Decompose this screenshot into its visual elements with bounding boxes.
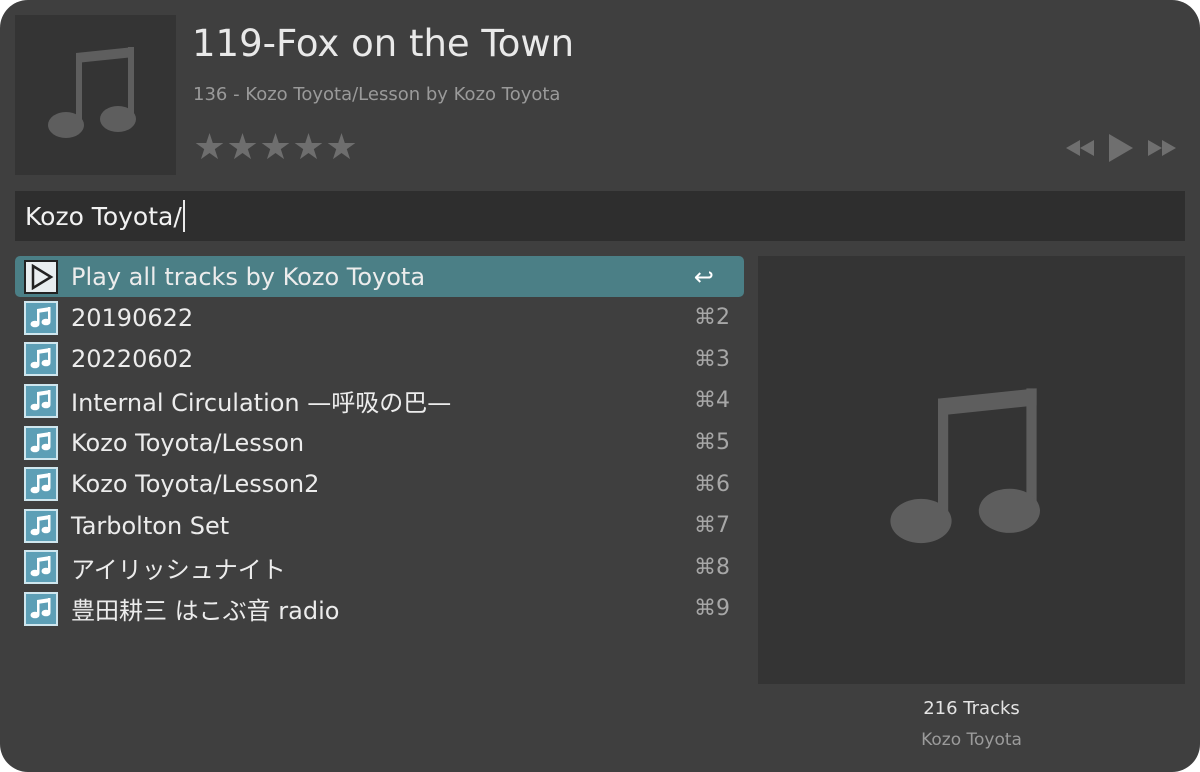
- result-label: Internal Circulation —呼吸の巴—: [71, 389, 452, 418]
- shortcut-hint: ⌘8: [694, 554, 730, 580]
- result-label: 豊田耕三 はこぶ音 radio: [71, 597, 340, 626]
- shortcut-hint: ⌘5: [694, 430, 730, 456]
- shortcut-hint: ⌘9: [694, 596, 730, 622]
- music-note-icon: [24, 300, 58, 335]
- star-icon[interactable]: ★: [325, 128, 358, 168]
- shortcut-hint: ⌘4: [694, 388, 730, 414]
- fast-forward-icon[interactable]: [1146, 137, 1178, 159]
- play-icon[interactable]: [1108, 133, 1134, 163]
- track-title: 119-Fox on the Town: [192, 22, 575, 65]
- star-icon[interactable]: ★: [193, 128, 226, 168]
- result-label: アイリッシュナイト: [71, 555, 286, 584]
- playback-controls: [1064, 133, 1178, 163]
- shortcut-hint: ⌘7: [694, 513, 730, 539]
- music-note-icon: [889, 388, 1040, 544]
- result-row[interactable]: アイリッシュナイト ⌘8: [15, 547, 744, 589]
- music-note-icon: [24, 425, 58, 460]
- track-subtitle: 136 - Kozo Toyota/Lesson by Kozo Toyota: [193, 84, 561, 105]
- result-row[interactable]: Tarbolton Set ⌘7: [15, 505, 744, 547]
- results-list: Play all tracks by Kozo Toyota ↩ 2019062…: [15, 256, 744, 630]
- shortcut-hint: ⌘2: [694, 305, 730, 331]
- text-caret: [182, 200, 185, 232]
- music-note-icon: [24, 342, 58, 377]
- result-row[interactable]: 豊田耕三 はこぶ音 radio ⌘9: [15, 588, 744, 630]
- result-row-play-all[interactable]: Play all tracks by Kozo Toyota ↩: [15, 256, 744, 297]
- search-query: Kozo Toyota/: [25, 201, 182, 231]
- preview-artwork: [758, 256, 1185, 684]
- preview-track-count: 216 Tracks: [923, 698, 1020, 719]
- shortcut-hint: ⌘3: [694, 346, 730, 372]
- music-note-icon: [24, 383, 58, 418]
- rewind-icon[interactable]: [1064, 137, 1096, 159]
- result-label: Kozo Toyota/Lesson: [71, 428, 305, 457]
- shortcut-hint: ⌘6: [694, 471, 730, 497]
- play-icon: [24, 259, 58, 294]
- result-label: Tarbolton Set: [71, 511, 230, 540]
- result-row[interactable]: 20220602 ⌘3: [15, 339, 744, 381]
- now-playing-artwork: [15, 15, 176, 175]
- music-note-icon: [24, 591, 58, 626]
- result-label: 20190622: [71, 303, 194, 332]
- result-row[interactable]: Kozo Toyota/Lesson2 ⌘6: [15, 463, 744, 505]
- result-row[interactable]: 20190622 ⌘2: [15, 297, 744, 339]
- star-icon[interactable]: ★: [259, 128, 292, 168]
- star-icon[interactable]: ★: [292, 128, 325, 168]
- rating-stars[interactable]: ★ ★ ★ ★ ★: [193, 128, 358, 168]
- window: 119-Fox on the Town 136 - Kozo Toyota/Le…: [0, 0, 1200, 772]
- result-label: Play all tracks by Kozo Toyota: [71, 262, 426, 291]
- result-label: 20220602: [71, 345, 194, 374]
- music-note-icon: [24, 467, 58, 502]
- result-row[interactable]: Internal Circulation —呼吸の巴— ⌘4: [15, 380, 744, 422]
- return-key-icon: ↩: [693, 262, 714, 291]
- music-note-icon: [24, 508, 58, 543]
- music-note-icon: [24, 550, 58, 585]
- preview-artist: Kozo Toyota: [921, 730, 1022, 750]
- result-label: Kozo Toyota/Lesson2: [71, 470, 320, 499]
- search-input[interactable]: Kozo Toyota/: [15, 191, 1185, 241]
- star-icon[interactable]: ★: [226, 128, 259, 168]
- music-note-icon: [47, 47, 136, 138]
- result-row[interactable]: Kozo Toyota/Lesson ⌘5: [15, 422, 744, 464]
